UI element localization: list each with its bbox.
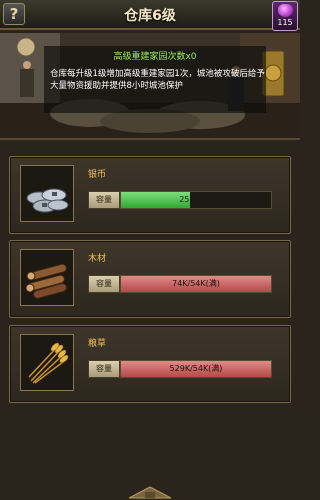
capacity-amount: 74K/54K(满) — [172, 279, 220, 288]
resource-card-grain: 粮草 容量 529K/54K(满) — [9, 325, 291, 403]
capacity-amount: 529K/54K(满) — [169, 364, 223, 373]
title-bar: ? 仓库6级 115 — [0, 0, 300, 31]
resource-card-wood: 木材 容量 74K/54K(满) — [9, 240, 291, 318]
capacity-bar: 74K/54K(满) — [120, 275, 272, 293]
capacity-amount: 25K/54K — [179, 195, 213, 204]
resource-name: 粮草 — [88, 339, 107, 349]
gem-icon — [278, 4, 293, 17]
capacity-label: 容量 — [88, 275, 120, 293]
banner-description: 仓库每升级1级增加高级重建家园1次，城池被攻破后给予大量物资援助并提供8小时城池… — [50, 69, 265, 91]
help-button[interactable]: ? — [3, 3, 25, 25]
page-title: 仓库6级 — [124, 8, 176, 24]
resource-name: 银币 — [88, 170, 107, 180]
resource-icon-frame — [20, 165, 74, 222]
resource-icon-frame — [20, 249, 74, 306]
gem-button[interactable]: 115 — [272, 1, 298, 31]
rebuild-count-heading: 高级重建家园次数x0 — [113, 52, 197, 62]
warehouse-banner: 高级重建家园次数x0 仓库每升级1级增加高级重建家园1次，城池被攻破后给予大量物… — [0, 33, 300, 140]
wheat-icon — [28, 342, 69, 384]
capacity-label: 容量 — [88, 360, 120, 378]
bottom-ornament — [128, 486, 172, 499]
resource-name: 木材 — [88, 254, 107, 264]
resource-card-silver: 银币 容量 25K/54K — [9, 156, 291, 234]
resource-icon-frame — [20, 334, 74, 391]
capacity-bar: 25K/54K — [120, 191, 272, 209]
capacity-bar: 529K/54K(满) — [120, 360, 272, 378]
logs-icon — [25, 263, 68, 299]
silver-coins-icon — [26, 188, 69, 213]
gem-count: 115 — [277, 18, 293, 27]
capacity-label: 容量 — [88, 191, 120, 209]
